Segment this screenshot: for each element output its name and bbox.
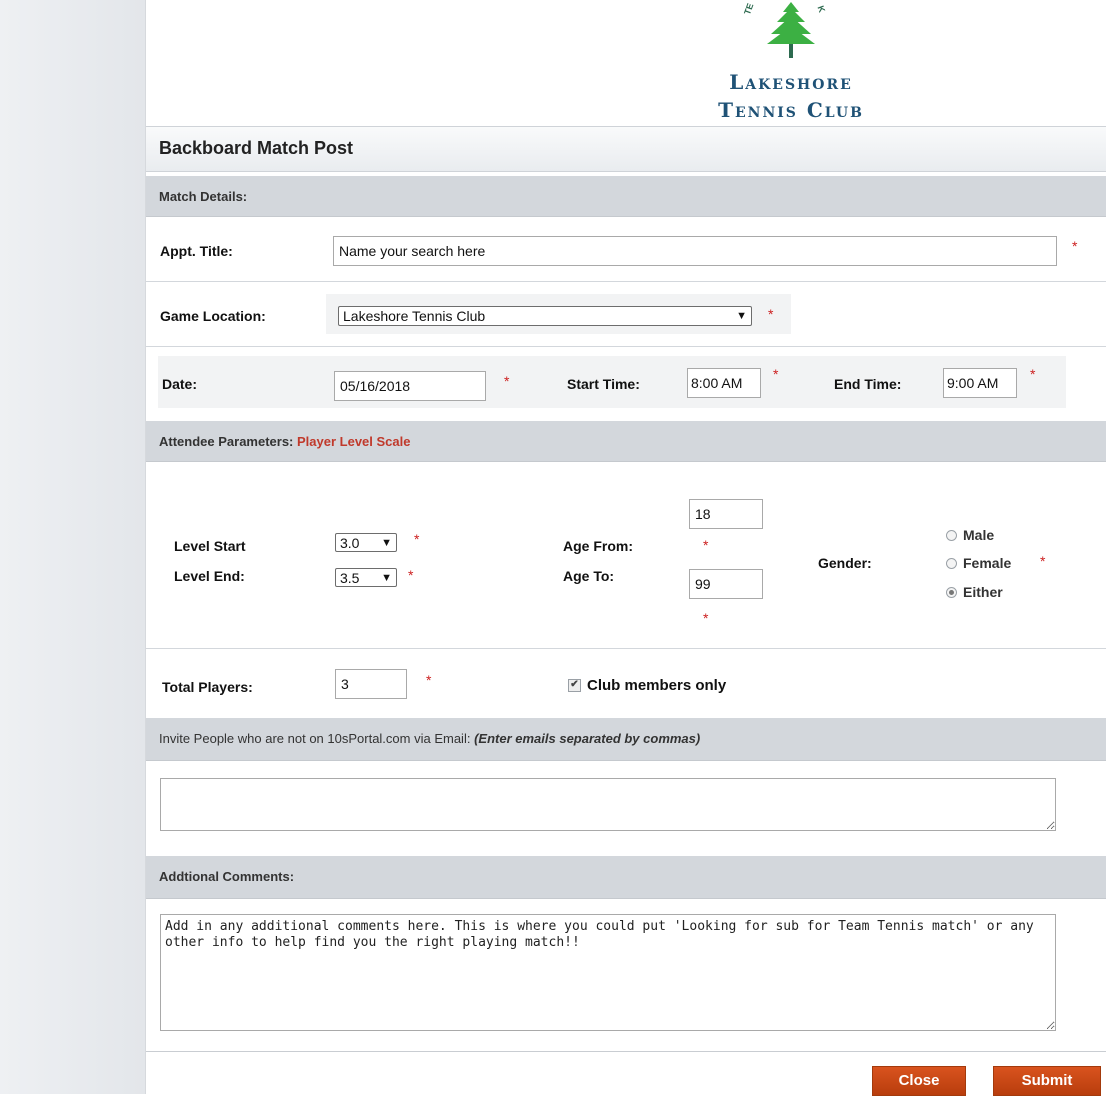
date-required: * [504,373,510,389]
age-to-input[interactable] [689,569,763,599]
invite-hint: (Enter emails separated by commas) [474,731,701,746]
end-time-input[interactable] [943,368,1017,398]
invite-title: Invite People who are not on 10sPortal.c… [159,731,700,746]
age-to-required: * [703,610,709,626]
age-to-label: Age To: [563,568,615,584]
gender-option-male[interactable]: Male [946,527,994,543]
row-separator [146,281,1106,282]
invite-emails-textarea[interactable] [160,778,1056,831]
age-from-label: Age From: [563,538,633,554]
radio-icon[interactable] [946,529,957,541]
gender-option-either[interactable]: Either [946,584,1003,600]
date-label: Date: [162,376,198,392]
logo-arc-left: TE [742,1,756,17]
attendee-title-prefix: Attendee Parameters: [159,434,294,449]
total-players-input[interactable] [335,669,407,699]
game-location-value: Lakeshore Tennis Club [343,308,486,324]
comments-title: Addtional Comments: [159,869,295,884]
date-input[interactable] [334,371,486,401]
match-details-header: Match Details: [146,176,1106,217]
club-members-checkbox[interactable]: ✔ Club members only [568,677,726,694]
attendee-title: Attendee Parameters: Player Level Scale [159,434,411,449]
gender-option-female[interactable]: Female [946,555,1011,571]
gender-required: * [1040,553,1046,569]
end-time-label: End Time: [834,376,902,392]
level-end-label: Level End: [174,568,245,584]
match-details-title: Match Details: [159,189,248,204]
level-start-select[interactable]: 3.0 ▼ [335,533,397,552]
page-title-bar: Backboard Match Post [146,126,1106,172]
dropdown-arrow-icon: ▼ [736,310,747,322]
dropdown-arrow-icon: ▼ [381,571,392,584]
page-title: Backboard Match Post [159,138,354,158]
main-panel: TE K Lakeshore Tennis Club Backboard Mat… [146,0,1106,1096]
level-end-select[interactable]: 3.5 ▼ [335,568,397,587]
start-time-label: Start Time: [567,376,640,392]
gender-label: Gender: [818,555,872,571]
game-location-label: Game Location: [160,308,266,324]
gender-option-label: Either [963,584,1003,600]
dropdown-arrow-icon: ▼ [381,536,392,549]
start-time-required: * [773,366,779,382]
close-button[interactable]: Close [872,1066,966,1096]
row-separator [146,1051,1106,1052]
player-level-scale-link[interactable]: Player Level Scale [297,434,410,449]
total-players-required: * [426,672,432,688]
club-members-label: Club members only [587,677,727,694]
gender-option-label: Male [963,527,995,543]
appt-title-required: * [1072,238,1078,254]
game-location-select[interactable]: Lakeshore Tennis Club ▼ [338,306,752,326]
level-end-required: * [408,567,414,583]
appt-title-label: Appt. Title: [160,243,233,259]
left-rail [0,0,146,1094]
logo-line-1: Lakeshore [729,70,853,94]
row-separator [146,648,1106,649]
logo-line-2: Tennis Club [718,98,864,122]
start-time-input[interactable] [687,368,761,398]
club-logo: TE K Lakeshore Tennis Club [681,0,901,128]
total-players-label: Total Players: [162,679,253,695]
comments-textarea[interactable]: Add in any additional comments here. Thi… [160,914,1056,1031]
checkmark-icon[interactable]: ✔ [568,679,581,692]
invite-header: Invite People who are not on 10sPortal.c… [146,718,1106,761]
radio-icon[interactable] [946,557,957,569]
submit-button[interactable]: Submit [993,1066,1101,1096]
comments-header: Addtional Comments: [146,856,1106,899]
age-from-input[interactable] [689,499,763,529]
location-required: * [768,306,774,322]
radio-selected-icon[interactable] [946,586,957,598]
level-start-required: * [414,531,420,547]
age-from-required: * [703,537,709,553]
end-time-required: * [1030,366,1036,382]
gender-option-label: Female [963,555,1012,571]
level-start-label: Level Start [174,538,246,554]
attendee-header: Attendee Parameters: Player Level Scale [146,421,1106,462]
invite-title-prefix: Invite People who are not on 10sPortal.c… [159,731,471,746]
level-end-value: 3.5 [340,569,360,586]
pine-tree-icon [767,2,815,58]
level-start-value: 3.0 [340,534,360,551]
appt-title-input[interactable] [333,236,1057,266]
row-separator [146,346,1106,347]
